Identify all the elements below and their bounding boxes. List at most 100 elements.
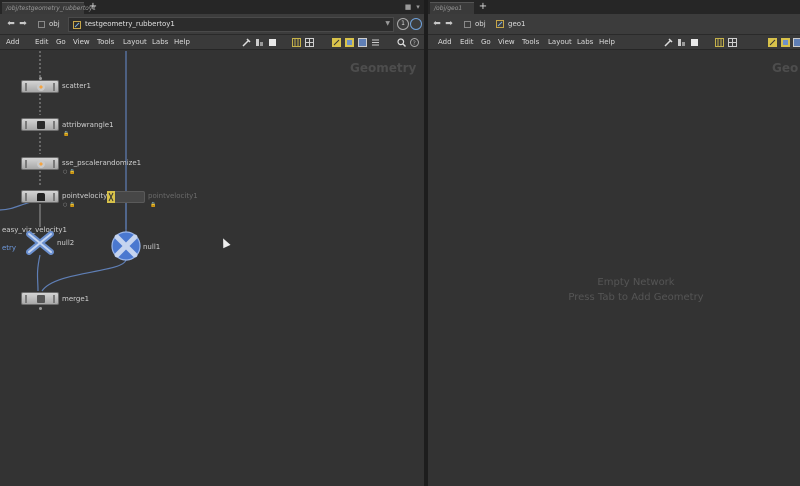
right-pane-tab[interactable]: /obj/geo1 xyxy=(430,2,474,14)
node-output-port[interactable] xyxy=(38,307,42,310)
list-view-icon[interactable] xyxy=(371,38,380,47)
link-pane-icon[interactable] xyxy=(410,18,422,30)
note-icon[interactable] xyxy=(268,38,277,47)
empty-network-hint: Press Tab to Add Geometry xyxy=(568,292,704,303)
path-dropdown-icon[interactable]: ▼ xyxy=(385,20,390,27)
menu-go[interactable]: Go xyxy=(481,35,491,50)
network-tools-icon[interactable] xyxy=(677,38,686,47)
menu-add[interactable]: Add xyxy=(438,35,452,50)
forward-arrow-icon[interactable]: ➡ xyxy=(444,19,454,29)
shape-palette-icon[interactable] xyxy=(781,38,790,47)
menu-edit[interactable]: Edit xyxy=(35,35,49,50)
menu-layout[interactable]: Layout xyxy=(548,35,572,50)
wrench-icon[interactable] xyxy=(242,38,251,47)
node-label: null2 xyxy=(57,239,75,247)
pane-menu-icon[interactable]: ■ xyxy=(404,3,412,11)
color-palette-icon[interactable] xyxy=(768,38,777,47)
menu-labs[interactable]: Labs xyxy=(577,35,593,50)
node-attribwrangle1[interactable] xyxy=(21,118,59,131)
empty-network-message: Empty Network xyxy=(597,277,675,288)
network-tools-icon[interactable] xyxy=(255,38,264,47)
network-type-watermark: Geo xyxy=(772,61,799,75)
geometry-network-icon xyxy=(73,21,81,29)
menu-help[interactable]: Help xyxy=(174,35,190,50)
left-tab-bar: /obj/testgeometry_rubbertoy1 + ■ ▾ xyxy=(0,0,424,14)
node-null1[interactable] xyxy=(110,231,142,261)
back-arrow-icon[interactable]: ⬅ xyxy=(6,19,16,29)
network-type-watermark: Geometry xyxy=(350,61,417,75)
badge-icon[interactable] xyxy=(793,38,800,47)
right-menu-bar: Add Edit Go View Tools Layout Labs Help xyxy=(428,35,800,50)
geometry-network-icon xyxy=(496,20,504,28)
menu-go[interactable]: Go xyxy=(56,35,66,50)
svg-text:?: ? xyxy=(413,40,416,47)
left-pane-tab[interactable]: /obj/testgeometry_rubbertoy1 xyxy=(2,2,96,14)
node-label: scatter1 xyxy=(62,82,91,90)
left-menu-bar: Add Edit Go View Tools Layout Labs Help … xyxy=(0,35,424,50)
node-sse-pscalerandomize1[interactable] xyxy=(21,157,59,170)
node-merge1[interactable] xyxy=(21,292,59,305)
wrench-icon[interactable] xyxy=(664,38,673,47)
node-label: merge1 xyxy=(62,295,90,303)
path-segment-node[interactable]: geo1 xyxy=(496,18,526,31)
note-icon[interactable] xyxy=(690,38,699,47)
search-icon[interactable] xyxy=(397,38,406,47)
quickmark-button[interactable]: 1 xyxy=(397,18,409,30)
shape-palette-icon[interactable] xyxy=(345,38,354,47)
display-flag-icon xyxy=(107,191,115,203)
menu-help[interactable]: Help xyxy=(599,35,615,50)
left-path-bar: ⬅ ➡ obj testgeometry_rubbertoy1 ▼ 1 xyxy=(0,14,424,35)
node-scatter1[interactable] xyxy=(21,80,59,93)
ghost-node-label: pointvelocity1 xyxy=(148,192,198,200)
folder-icon xyxy=(38,20,45,28)
grid-icon[interactable] xyxy=(715,38,724,47)
node-pointvelocity1[interactable] xyxy=(21,190,59,203)
layout-grid-icon[interactable] xyxy=(305,38,314,47)
right-tab-bar: /obj/geo1 + xyxy=(428,0,800,14)
bypass-lock-flags-icon: ○ 🔒 xyxy=(63,202,76,208)
menu-labs[interactable]: Labs xyxy=(152,35,168,50)
back-arrow-icon[interactable]: ⬅ xyxy=(432,19,442,29)
randomize-icon xyxy=(37,160,45,168)
folder-icon xyxy=(464,20,471,28)
lock-flag-icon: 🔒 xyxy=(150,202,157,208)
layout-grid-icon[interactable] xyxy=(728,38,737,47)
path-segment-obj[interactable]: obj xyxy=(464,18,486,31)
pane-options-icon[interactable]: ▾ xyxy=(414,3,422,11)
network-canvas[interactable]: Geometry scatter1 attribwrangle1 🔒 sse_p… xyxy=(0,51,424,486)
right-network-pane: /obj/geo1 + ⬅ ➡ obj geo1 Add Edit Go Vie… xyxy=(428,0,800,486)
grid-icon[interactable] xyxy=(292,38,301,47)
menu-tools[interactable]: Tools xyxy=(522,35,539,50)
node-label: null1 xyxy=(143,243,161,251)
merge-icon xyxy=(37,295,45,303)
offscreen-node-label: etry xyxy=(2,244,17,252)
menu-view[interactable]: View xyxy=(73,35,90,50)
menu-edit[interactable]: Edit xyxy=(460,35,474,50)
badge-icon[interactable] xyxy=(358,38,367,47)
menu-tools[interactable]: Tools xyxy=(97,35,114,50)
right-path-bar: ⬅ ➡ obj geo1 xyxy=(428,14,800,35)
help-icon[interactable]: ? xyxy=(410,38,419,47)
menu-add[interactable]: Add xyxy=(6,35,20,50)
node-pointvelocity1-ghost[interactable] xyxy=(107,191,145,203)
scatter-icon xyxy=(37,83,45,91)
path-field[interactable]: testgeometry_rubbertoy1 ▼ xyxy=(68,17,394,32)
node-label: sse_pscalerandomize1 xyxy=(62,159,142,167)
node-null2[interactable] xyxy=(26,231,54,255)
node-label: pointvelocity1 xyxy=(62,192,112,200)
left-network-pane: /obj/testgeometry_rubbertoy1 + ■ ▾ ⬅ ➡ o… xyxy=(0,0,424,486)
add-tab-icon[interactable]: + xyxy=(478,1,488,13)
menu-layout[interactable]: Layout xyxy=(123,35,147,50)
menu-view[interactable]: View xyxy=(498,35,515,50)
node-label: attribwrangle1 xyxy=(62,121,114,129)
bypass-lock-flags-icon: ○ 🔒 xyxy=(63,169,76,175)
wrangle-icon xyxy=(37,121,45,129)
add-tab-icon[interactable]: + xyxy=(88,1,98,13)
lock-flag-icon: 🔒 xyxy=(63,131,70,137)
velocity-icon xyxy=(37,193,45,201)
path-segment-obj[interactable]: obj xyxy=(38,18,60,31)
network-canvas[interactable]: Geo Empty Network Press Tab to Add Geome… xyxy=(428,51,800,486)
path-node-name: testgeometry_rubbertoy1 xyxy=(85,20,175,28)
forward-arrow-icon[interactable]: ➡ xyxy=(18,19,28,29)
color-palette-icon[interactable] xyxy=(332,38,341,47)
